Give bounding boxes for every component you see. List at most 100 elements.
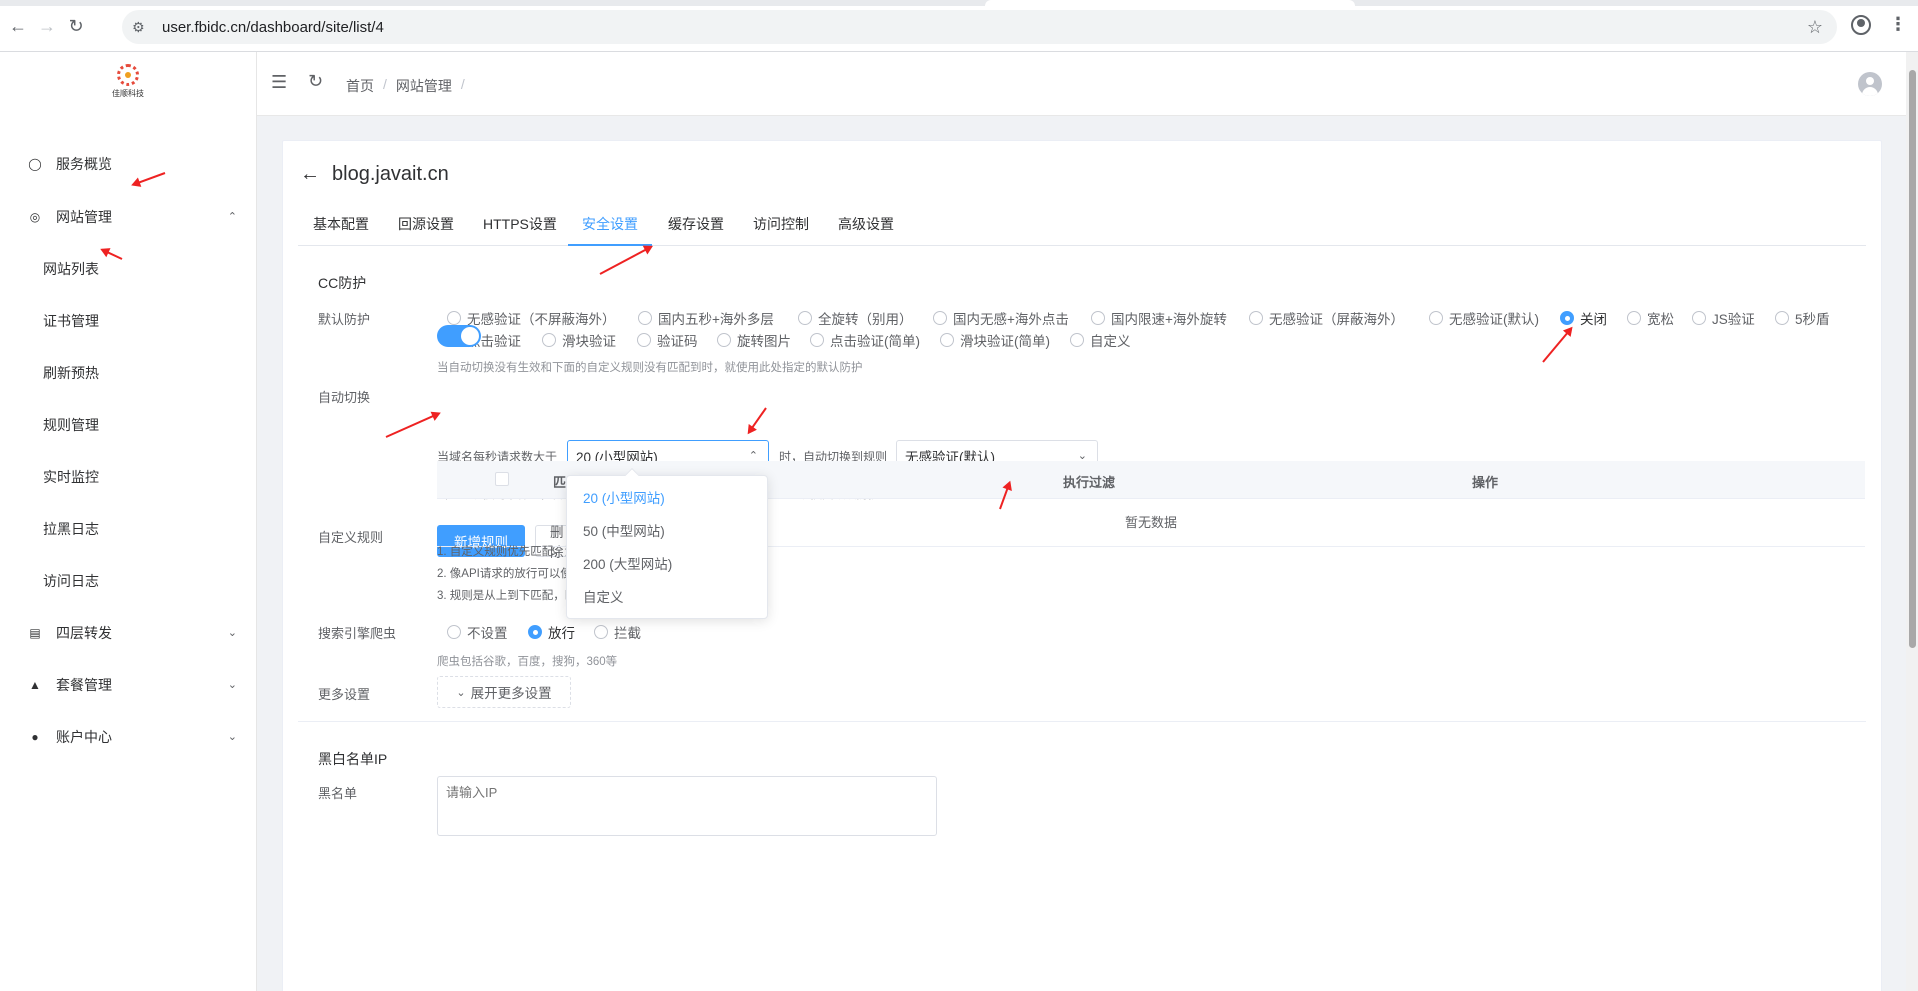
- tab-security[interactable]: 安全设置: [568, 203, 652, 246]
- tab-access-control[interactable]: 访问控制: [753, 203, 809, 246]
- radio-cc-option[interactable]: 国内无感+海外点击: [933, 308, 1069, 328]
- blacklist-input[interactable]: [437, 776, 937, 836]
- select-all-checkbox[interactable]: [495, 472, 509, 486]
- radio-cc-option[interactable]: 点击验证(简单): [810, 330, 920, 350]
- auto-switch-toggle[interactable]: [437, 325, 481, 347]
- radio-cc-option[interactable]: 自定义: [1070, 330, 1131, 350]
- radio-cc-option[interactable]: 宽松: [1627, 308, 1674, 328]
- expand-more-settings-button[interactable]: ⌄ 展开更多设置: [437, 676, 571, 708]
- radio-circle[interactable]: [1091, 311, 1105, 325]
- tab-advanced[interactable]: 高级设置: [838, 203, 894, 246]
- sidebar-subitem-realtime-monitor[interactable]: 实时监控: [0, 451, 257, 503]
- radio-cc-option[interactable]: 无感验证（屏蔽海外）: [1249, 308, 1404, 328]
- radio-circle[interactable]: [447, 625, 461, 639]
- radio-circle[interactable]: [798, 311, 812, 325]
- active-browser-tab[interactable]: [985, 0, 1355, 6]
- radio-crawler-none[interactable]: 不设置: [447, 622, 508, 642]
- sidebar-item-l4-forward[interactable]: ▤ 四层转发 ⌄: [0, 607, 257, 659]
- radio-circle[interactable]: [1560, 311, 1574, 325]
- sidebar-item-account[interactable]: ● 账户中心 ⌄: [0, 711, 257, 763]
- radio-circle[interactable]: [933, 311, 947, 325]
- dropdown-option-20[interactable]: 20 (小型网站): [567, 482, 767, 515]
- url-text[interactable]: user.fbidc.cn/dashboard/site/list/4: [162, 19, 384, 36]
- breadcrumb-separator: /: [383, 76, 387, 92]
- tab-origin[interactable]: 回源设置: [398, 203, 454, 246]
- scrollbar-thumb[interactable]: [1909, 70, 1916, 648]
- user-icon: ●: [31, 730, 39, 744]
- refresh-icon[interactable]: ↻: [308, 71, 323, 92]
- sidebar-subitem-refresh-preheat[interactable]: 刷新预热: [0, 347, 257, 399]
- radio-circle[interactable]: [638, 311, 652, 325]
- radio-crawler-block[interactable]: 拦截: [594, 622, 641, 642]
- dropdown-option-custom[interactable]: 自定义: [567, 581, 767, 614]
- sidebar-subitem-access-log[interactable]: 访问日志: [0, 555, 257, 607]
- sidebar-subitem-rules[interactable]: 规则管理: [0, 399, 257, 451]
- radio-cc-option[interactable]: 旋转图片: [717, 330, 791, 350]
- sidebar-subitem-site-list[interactable]: 网站列表: [0, 243, 257, 295]
- page-scrollbar[interactable]: [1906, 52, 1918, 991]
- bookmark-star-icon[interactable]: ☆: [1807, 17, 1823, 38]
- cc-section-title: CC防护: [318, 275, 367, 291]
- radio-circle[interactable]: [542, 333, 556, 347]
- radio-cc-option[interactable]: 5秒盾: [1775, 308, 1830, 328]
- reload-icon[interactable]: ↻: [64, 14, 88, 38]
- kebab-menu-icon[interactable]: ⋮: [1889, 14, 1907, 35]
- radio-circle[interactable]: [447, 311, 461, 325]
- sidebar-subitem-block-log[interactable]: 拉黑日志: [0, 503, 257, 555]
- radio-circle[interactable]: [1249, 311, 1263, 325]
- radio-circle[interactable]: [637, 333, 651, 347]
- radio-circle[interactable]: [1627, 311, 1641, 325]
- radio-circle[interactable]: [528, 625, 542, 639]
- default-protection-hint: 当自动切换没有生效和下面的自定义规则没有匹配到时，就使用此处指定的默认防护: [437, 362, 863, 374]
- tab-https[interactable]: HTTPS设置: [483, 203, 557, 246]
- radio-label: 宽松: [1647, 312, 1674, 327]
- radio-circle[interactable]: [810, 333, 824, 347]
- radio-cc-option[interactable]: 验证码: [637, 330, 698, 350]
- blacklist-label: 黑名单: [318, 786, 358, 801]
- column-header-action-filter: 执行过滤: [1063, 475, 1116, 490]
- sidebar-item-label: 四层转发: [56, 625, 112, 641]
- radio-label: 点击验证(简单): [830, 334, 920, 349]
- breadcrumb-site-management[interactable]: 网站管理: [396, 76, 452, 96]
- column-header-match: 匹: [553, 475, 567, 490]
- forward-arrow-icon[interactable]: →: [35, 14, 59, 38]
- back-arrow-icon[interactable]: ←: [300, 163, 320, 186]
- radio-circle[interactable]: [594, 625, 608, 639]
- radio-circle[interactable]: [1775, 311, 1789, 325]
- radio-circle[interactable]: [1070, 333, 1084, 347]
- chevron-down-icon: ⌄: [227, 679, 237, 691]
- back-arrow-icon[interactable]: ←: [6, 14, 30, 38]
- radio-cc-option[interactable]: 滑块验证(简单): [940, 330, 1050, 350]
- dropdown-option-50[interactable]: 50 (中型网站): [567, 515, 767, 548]
- collapse-menu-icon[interactable]: ☰: [271, 72, 287, 93]
- basket-icon: ▲: [29, 678, 41, 692]
- radio-circle[interactable]: [940, 333, 954, 347]
- avatar[interactable]: [1858, 72, 1882, 96]
- sidebar-subitem-certificates[interactable]: 证书管理: [0, 295, 257, 347]
- radio-cc-option[interactable]: 国内限速+海外旋转: [1091, 308, 1227, 328]
- radio-crawler-allow[interactable]: 放行: [528, 622, 575, 642]
- radio-circle[interactable]: [1429, 311, 1443, 325]
- radio-cc-option[interactable]: 国内五秒+海外多层: [638, 308, 774, 328]
- radio-cc-option[interactable]: 滑块验证: [542, 330, 616, 350]
- logo[interactable]: 佳顺科技: [108, 64, 148, 104]
- threshold-dropdown: 20 (小型网站) 50 (中型网站) 200 (大型网站) 自定义: [566, 467, 768, 619]
- sidebar-item-overview[interactable]: ◯ 服务概览: [0, 138, 257, 190]
- radio-circle[interactable]: [1692, 311, 1706, 325]
- profile-icon[interactable]: [1851, 15, 1871, 35]
- radio-cc-option[interactable]: 无感验证(默认): [1429, 308, 1539, 328]
- chevron-down-icon: ⌄: [227, 731, 237, 743]
- address-bar[interactable]: ⚙ user.fbidc.cn/dashboard/site/list/4 ☆: [122, 10, 1837, 44]
- radio-cc-option[interactable]: JS验证: [1692, 308, 1755, 328]
- site-info-icon[interactable]: ⚙: [132, 19, 152, 36]
- sidebar-subitem-label: 网站列表: [43, 261, 99, 277]
- breadcrumb-home[interactable]: 首页: [346, 76, 374, 96]
- tab-cache[interactable]: 缓存设置: [668, 203, 724, 246]
- tab-basic[interactable]: 基本配置: [313, 203, 369, 246]
- sidebar-item-site-management[interactable]: ◎ 网站管理 ⌃: [0, 191, 257, 243]
- radio-cc-option[interactable]: 全旋转（别用）: [798, 308, 913, 328]
- dropdown-option-200[interactable]: 200 (大型网站): [567, 548, 767, 581]
- tab-strip: [0, 0, 1918, 6]
- sidebar-item-packages[interactable]: ▲ 套餐管理 ⌄: [0, 659, 257, 711]
- radio-circle[interactable]: [717, 333, 731, 347]
